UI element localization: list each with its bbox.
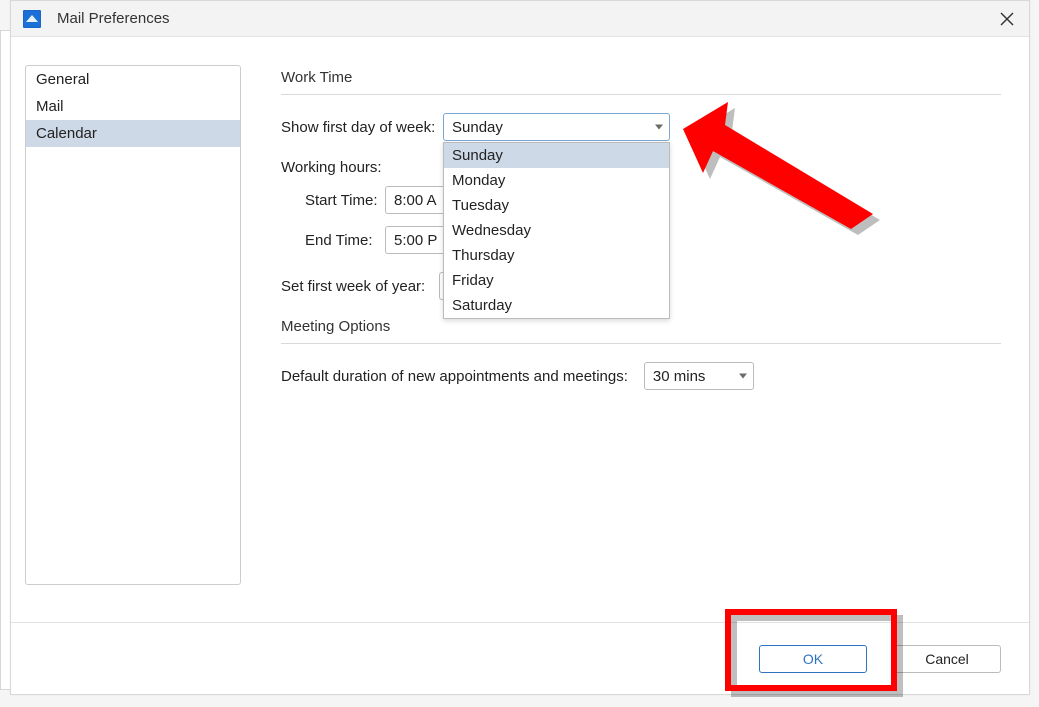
start-time-value: 8:00 A <box>394 192 437 209</box>
start-time-label: Start Time: <box>305 192 385 209</box>
first-day-dropdown: Sunday Monday Tuesday Wednesday Thursday… <box>443 142 670 319</box>
divider <box>281 343 1001 344</box>
chevron-down-icon <box>739 374 747 379</box>
end-time-label: End Time: <box>305 232 385 249</box>
sidebar-item-calendar[interactable]: Calendar <box>26 120 240 147</box>
dropdown-opt-friday[interactable]: Friday <box>444 268 669 293</box>
dropdown-opt-saturday[interactable]: Saturday <box>444 293 669 318</box>
close-button[interactable] <box>995 7 1019 31</box>
end-time-value: 5:00 P <box>394 232 437 249</box>
row-first-day: Show first day of week: Sunday Sunday Mo… <box>281 113 1001 141</box>
sidebar-item-mail[interactable]: Mail <box>26 93 240 120</box>
dialog-window: Mail Preferences General Mail Calendar W… <box>10 0 1030 695</box>
chevron-down-icon <box>655 125 663 130</box>
divider <box>281 94 1001 95</box>
content-panel: Work Time Show first day of week: Sunday… <box>281 65 1001 622</box>
cancel-button[interactable]: Cancel <box>893 645 1001 673</box>
first-day-value: Sunday <box>452 119 503 136</box>
first-day-combo[interactable]: Sunday <box>443 113 670 141</box>
first-day-label: Show first day of week: <box>281 119 443 136</box>
close-icon <box>1000 12 1014 26</box>
titlebar: Mail Preferences <box>11 1 1029 37</box>
dropdown-opt-monday[interactable]: Monday <box>444 168 669 193</box>
dialog-title: Mail Preferences <box>57 10 995 27</box>
working-hours-label: Working hours: <box>281 159 443 176</box>
dropdown-opt-sunday[interactable]: Sunday <box>444 143 669 168</box>
dialog-body: General Mail Calendar Work Time Show fir… <box>11 37 1029 622</box>
default-duration-value: 30 mins <box>653 368 706 385</box>
row-default-duration: Default duration of new appointments and… <box>281 362 1001 390</box>
default-duration-label: Default duration of new appointments and… <box>281 368 628 385</box>
dropdown-opt-wednesday[interactable]: Wednesday <box>444 218 669 243</box>
first-day-combo-wrap: Sunday Sunday Monday Tuesday Wednesday T… <box>443 113 670 141</box>
app-icon <box>23 10 41 28</box>
section-worktime-title: Work Time <box>281 69 1001 86</box>
dropdown-opt-tuesday[interactable]: Tuesday <box>444 193 669 218</box>
section-meeting-title: Meeting Options <box>281 318 1001 335</box>
ok-button[interactable]: OK <box>759 645 867 673</box>
first-week-label: Set first week of year: <box>281 278 439 295</box>
default-duration-combo[interactable]: 30 mins <box>644 362 754 390</box>
sidebar-item-general[interactable]: General <box>26 66 240 93</box>
sidebar: General Mail Calendar <box>25 65 241 585</box>
dialog-footer: OK Cancel <box>11 622 1029 694</box>
dropdown-opt-thursday[interactable]: Thursday <box>444 243 669 268</box>
